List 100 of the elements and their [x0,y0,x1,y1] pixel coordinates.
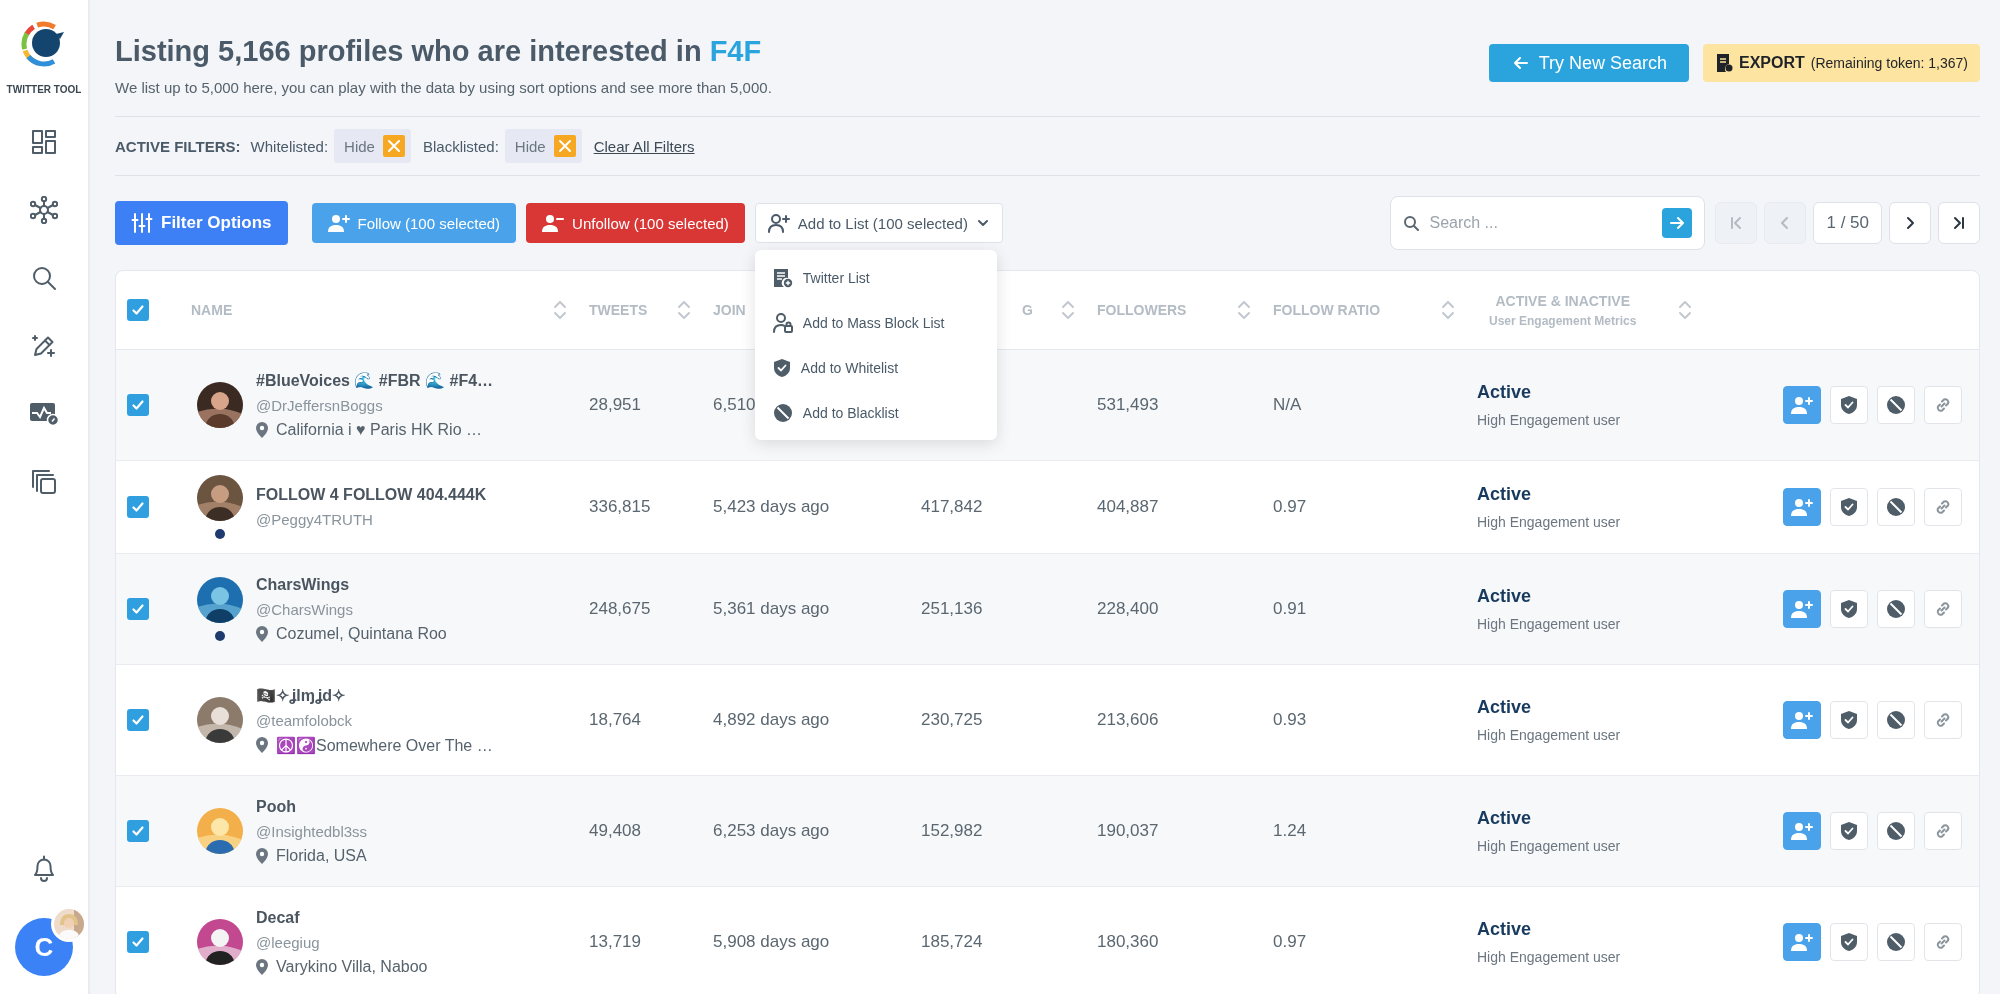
network-icon[interactable] [30,196,58,224]
unfollow-button[interactable]: Unfollow (100 selected) [526,203,745,243]
ban-icon [1886,497,1906,517]
column-header: TWEETS [589,302,648,318]
table-cell: 0.97 [1273,932,1307,952]
blacklist-button[interactable] [1877,590,1915,628]
blacklist-button[interactable] [1877,812,1915,850]
search-icon[interactable] [31,265,57,291]
user-name: CharsWings [256,575,350,594]
blacklist-button[interactable] [1877,923,1915,961]
remove-filter-button[interactable] [553,135,576,157]
shield-check-icon [1840,710,1858,730]
user-location: Varykino Villa, Naboo [276,957,428,976]
checkbox[interactable] [127,931,149,953]
filters-label: ACTIVE FILTERS: [115,137,241,155]
user-location: Cozumel, Quintana Roo [276,624,447,643]
blacklist-button[interactable] [1877,701,1915,739]
engagement-label: High Engagement user [1477,412,1621,428]
user-handle: @DrJeffersnBoggs [256,397,383,414]
user-lock-icon [772,312,793,333]
follow-user-button[interactable] [1783,386,1821,424]
search-field[interactable]: Search ... [1390,196,1706,250]
ban-icon [772,402,793,423]
check-icon [131,713,145,727]
checkbox[interactable] [127,496,149,518]
filter-value: Hide [344,137,375,155]
checkbox[interactable] [127,820,149,842]
follow-user-button[interactable] [1783,701,1821,739]
last-page-button[interactable] [1938,202,1980,244]
whitelist-button[interactable] [1830,590,1868,628]
user-name: #BlueVoices 🌊 #FBR 🌊 #F4… [256,371,494,390]
menu-item[interactable]: Twitter List [754,255,997,300]
copy-link-button[interactable] [1924,488,1962,526]
follow-user-button[interactable] [1783,923,1821,961]
whitelist-button[interactable] [1830,701,1868,739]
follow-user-button[interactable] [1783,812,1821,850]
column-header: ACTIVE & INACTIVE [1495,292,1630,309]
whitelist-button[interactable] [1830,386,1868,424]
follow-user-button[interactable] [1783,488,1821,526]
bell-icon[interactable] [31,854,57,882]
ban-icon [1886,599,1906,619]
user-plus-icon [1791,710,1813,730]
user-handle: @Peggy4TRUTH [256,511,373,528]
blacklist-button[interactable] [1877,386,1915,424]
table-cell: 248,675 [589,599,651,619]
table-cell: 13,719 [589,932,641,952]
search-submit-button[interactable] [1662,208,1693,238]
filter-options-button[interactable]: Filter Options [115,201,288,245]
filter-name: Whitelisted: [250,137,329,155]
page-title: Listing 5,166 profiles who are interested in F4F [115,34,763,69]
menu-item[interactable]: Add to Mass Block List [754,300,997,345]
search-icon [1403,215,1420,231]
copy-link-button[interactable] [1924,923,1962,961]
copy-link-button[interactable] [1924,386,1962,424]
follow-user-button[interactable] [1783,590,1821,628]
table-cell: 6,253 days ago [713,821,830,841]
user-location: ☮☯Somewhere Over The … [276,735,493,755]
search-input[interactable]: Search ... [1427,213,1655,233]
monitor-icon[interactable] [29,401,59,427]
check-icon [131,398,145,412]
checkbox[interactable] [127,394,149,416]
user-name: FOLLOW 4 FOLLOW 404.444K [256,486,487,504]
ban-icon [1886,395,1906,415]
checkbox[interactable] [127,709,149,731]
table-cell: 49,408 [589,821,641,841]
copy-link-button[interactable] [1924,812,1962,850]
sort-icon [1237,299,1251,321]
user-plus-icon [1791,395,1813,415]
table-cell: 5,361 days ago [713,599,830,619]
checkbox[interactable] [127,598,149,620]
table-cell: 185,724 [921,932,983,952]
dashboard-icon[interactable] [31,129,57,155]
pen-icon[interactable] [31,333,57,359]
export-button[interactable]: EXPORT (Remaining token: 1,367) [1703,44,1980,82]
check-icon [131,303,145,317]
copy-icon[interactable] [31,469,57,495]
table-cell: 18,764 [589,710,641,730]
table-cell: 404,887 [1097,497,1159,517]
table-cell: 190,037 [1097,821,1159,841]
menu-item[interactable]: Add to Blacklist [754,390,997,435]
whitelist-button[interactable] [1830,488,1868,526]
clear-filters-link[interactable]: Clear All Filters [593,137,695,155]
shield-check-icon [1840,821,1858,841]
copy-link-button[interactable] [1924,701,1962,739]
checkbox[interactable] [127,299,149,321]
blacklist-button[interactable] [1877,488,1915,526]
remove-filter-button[interactable] [382,135,405,157]
table-cell: 152,982 [921,821,983,841]
whitelist-button[interactable] [1830,923,1868,961]
user-name: Pooh [256,797,296,816]
add-to-list-button[interactable]: Add to List (100 selected) [754,203,1003,243]
copy-link-button[interactable] [1924,590,1962,628]
check-icon [131,602,145,616]
menu-item[interactable]: Add to Whitelist [754,345,997,390]
whitelist-button[interactable] [1830,812,1868,850]
sort-icon [677,299,691,321]
shield-check-icon [1840,395,1858,415]
table-cell: 213,606 [1097,710,1159,730]
table-cell: 4,892 days ago [713,710,830,730]
check-icon [131,500,145,514]
